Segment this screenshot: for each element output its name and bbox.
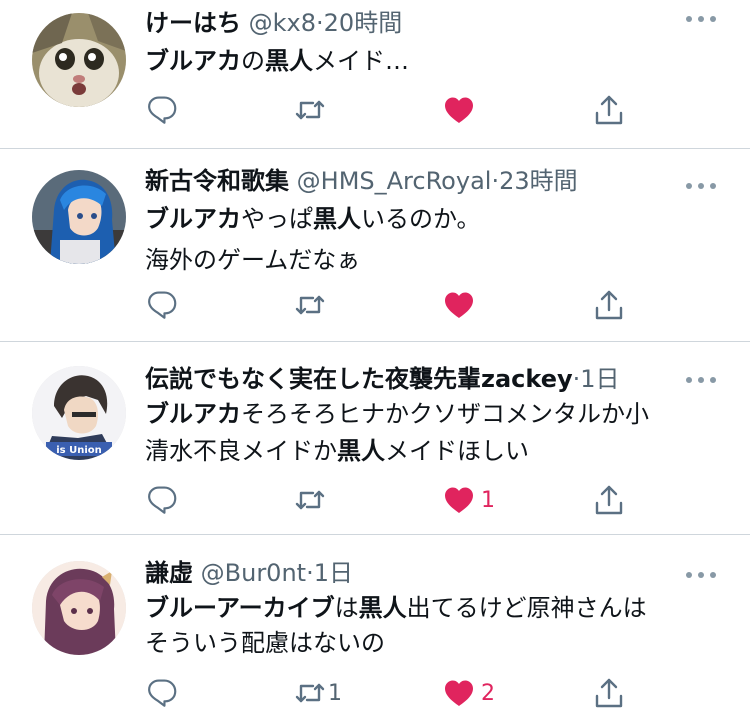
tweet[interactable]: けーはち @kx8·20時間 ブルアカの黒人メイド… — [0, 0, 750, 149]
tweet[interactable]: is Union 伝説でもなく実在した夜襲先輩zackey·1日 ブルアカそろそ… — [0, 341, 750, 535]
reply-icon — [146, 484, 178, 516]
highlight-text: ブルアカ — [145, 400, 241, 428]
more-icon[interactable] — [684, 372, 718, 386]
share-icon — [593, 289, 625, 321]
user-handle[interactable]: @kx8 — [249, 9, 316, 37]
reply-button[interactable] — [146, 90, 184, 130]
reply-button[interactable] — [146, 285, 184, 325]
tweet-header: 伝説でもなく実在した夜襲先輩zackey·1日 — [145, 364, 620, 394]
text-span: いるのか。 — [361, 205, 481, 233]
like-button[interactable] — [443, 285, 481, 325]
share-icon — [593, 484, 625, 516]
highlight-text: 黒人 — [313, 205, 361, 233]
highlight-text: 黒人 — [358, 594, 407, 622]
tweet-line: ブルアカの黒人メイド… — [145, 46, 409, 77]
highlight-text: ブルアカ — [145, 205, 241, 233]
timestamp[interactable]: 1日 — [314, 559, 353, 587]
highlight-text: 黒人 — [265, 47, 313, 75]
more-icon[interactable] — [684, 567, 718, 581]
share-button[interactable] — [593, 285, 625, 325]
display-name[interactable]: 新古令和歌集 — [145, 167, 289, 195]
heart-icon — [443, 677, 475, 709]
tweet-header: けーはち @kx8·20時間 — [145, 8, 402, 38]
text-span: そろそろヒナかクソザコメンタルか小 — [241, 400, 649, 428]
highlight-text: ブルーアーカイブ — [145, 594, 335, 622]
timestamp[interactable]: 20時間 — [324, 9, 403, 37]
timestamp[interactable]: 1日 — [580, 365, 619, 393]
retweet-button[interactable]: 1 — [294, 673, 342, 713]
retweet-count: 1 — [328, 680, 342, 706]
separator-dot: · — [306, 559, 314, 587]
reply-button[interactable] — [146, 480, 184, 520]
user-handle[interactable]: @HMS_ArcRoyal — [297, 167, 492, 195]
heart-icon — [443, 94, 475, 126]
reply-icon — [146, 677, 178, 709]
retweet-icon — [294, 677, 326, 709]
share-button[interactable] — [593, 90, 625, 130]
retweet-icon — [294, 289, 326, 321]
heart-icon — [443, 289, 475, 321]
highlight-text: ブルアカ — [145, 47, 241, 75]
retweet-icon — [294, 94, 326, 126]
tweet-text: ブルアカの黒人メイド… — [145, 46, 409, 77]
display-name[interactable]: けーはち — [145, 9, 241, 37]
retweet-button[interactable] — [294, 285, 332, 325]
avatar-logo-text: is Union — [56, 445, 102, 456]
like-button[interactable]: 1 — [443, 480, 495, 520]
tweet-line: ブルアカそろそろヒナかクソザコメンタルか小 — [145, 399, 649, 430]
tweet-actions: 1 — [0, 480, 750, 520]
reply-button[interactable] — [146, 673, 184, 713]
avatar[interactable]: is Union — [32, 366, 126, 460]
tweet-text: ブルーアーカイブは黒人出てるけど原神さんは そういう配慮はないの — [145, 593, 647, 659]
tweet-line: ブルアカやっぱ黒人いるのか。 — [145, 204, 481, 235]
text-span: の — [241, 47, 265, 75]
timestamp[interactable]: 23時間 — [499, 167, 578, 195]
text-span: 清水不良メイドか — [145, 437, 337, 465]
like-count: 1 — [481, 487, 495, 513]
reply-icon — [146, 94, 178, 126]
separator-dot: · — [316, 9, 324, 37]
retweet-button[interactable] — [294, 90, 332, 130]
user-handle[interactable]: @Bur0nt — [201, 559, 306, 587]
text-span: 出てるけど原神さんは — [406, 594, 647, 622]
tweet-actions — [0, 285, 750, 325]
text-span: やっぱ — [241, 205, 313, 233]
tweet-line: 清水不良メイドか黒人メイドほしい — [145, 436, 649, 467]
tweet-line: ブルーアーカイブは黒人出てるけど原神さんは — [145, 593, 647, 624]
heart-icon — [443, 484, 475, 516]
text-span: メイド… — [313, 47, 409, 75]
tweet-text: ブルアカそろそろヒナかクソザコメンタルか小 清水不良メイドか黒人メイドほしい — [145, 399, 649, 467]
more-icon[interactable] — [684, 11, 718, 25]
tweet-line: 海外のゲームだなぁ — [145, 245, 481, 276]
tweet[interactable]: 新古令和歌集 @HMS_ArcRoyal·23時間 ブルアカやっぱ黒人いるのか。… — [0, 148, 750, 342]
text-span: 海外のゲームだなぁ — [145, 246, 361, 274]
share-button[interactable] — [593, 673, 625, 713]
text-span: メイドほしい — [385, 437, 529, 465]
retweet-button[interactable] — [294, 480, 332, 520]
tweet-header: 新古令和歌集 @HMS_ArcRoyal·23時間 — [145, 166, 578, 196]
tweet-actions: 1 2 — [0, 673, 750, 713]
reply-icon — [146, 289, 178, 321]
tweet[interactable]: 謙虚 @Bur0nt·1日 ブルーアーカイブは黒人出てるけど原神さんは そういう… — [0, 534, 750, 725]
tweet-header: 謙虚 @Bur0nt·1日 — [145, 558, 353, 588]
text-span: そういう配慮はないの — [145, 629, 385, 657]
display-name[interactable]: 謙虚 — [145, 559, 193, 587]
like-count: 2 — [481, 680, 495, 706]
retweet-icon — [294, 484, 326, 516]
text-span: は — [334, 594, 359, 622]
like-button[interactable]: 2 — [443, 673, 495, 713]
avatar[interactable] — [32, 170, 126, 264]
display-name[interactable]: 伝説でもなく実在した夜襲先輩zackey — [145, 365, 573, 393]
tweet-actions — [0, 90, 750, 130]
tweet-text: ブルアカやっぱ黒人いるのか。 海外のゲームだなぁ — [145, 204, 481, 276]
like-button[interactable] — [443, 90, 481, 130]
avatar[interactable] — [32, 561, 126, 655]
highlight-text: 黒人 — [337, 437, 385, 465]
separator-dot: · — [491, 167, 500, 195]
share-icon — [593, 94, 625, 126]
more-icon[interactable] — [684, 178, 718, 192]
share-icon — [593, 677, 625, 709]
share-button[interactable] — [593, 480, 625, 520]
tweet-line: そういう配慮はないの — [145, 628, 647, 659]
